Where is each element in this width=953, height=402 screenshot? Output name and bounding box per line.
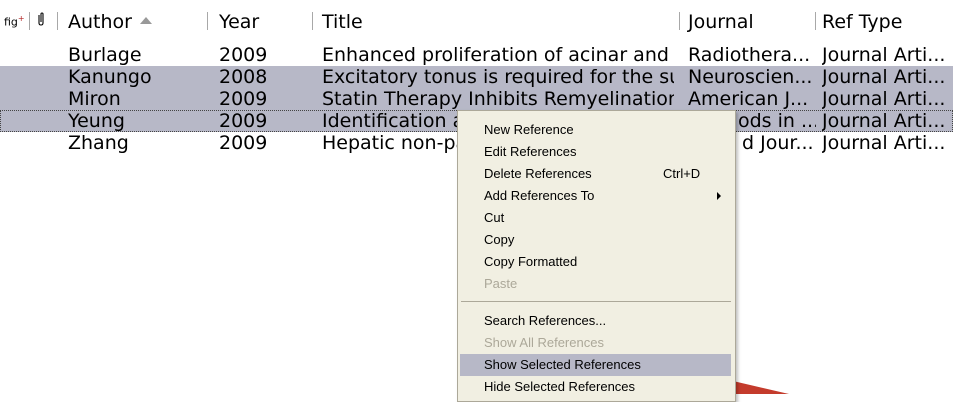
cell-journal: Neuroscien... [688, 66, 813, 88]
sort-ascending-icon [139, 17, 152, 24]
column-divider[interactable] [29, 12, 30, 30]
cell-journal: ods in ... [738, 110, 816, 132]
menu-item-show-selected-references[interactable]: Show Selected References [460, 354, 731, 376]
header-title[interactable]: Title [322, 11, 363, 33]
menu-item-label: Show All References [484, 335, 604, 350]
paperclip-icon[interactable] [37, 12, 45, 26]
column-divider[interactable] [815, 12, 816, 30]
menu-item-show-all-references[interactable]: Show All References [460, 332, 731, 354]
menu-item-label: Hide Selected References [484, 379, 636, 394]
column-divider[interactable] [57, 12, 58, 30]
menu-item-label: Edit References [484, 144, 577, 159]
column-divider[interactable] [312, 12, 313, 30]
menu-item-label: Copy [484, 232, 515, 247]
menu-item-cut[interactable]: Cut [460, 207, 731, 229]
menu-item-label: Add References To [484, 188, 595, 203]
cell-year: 2009 [219, 88, 268, 110]
menu-item-hide-selected-references[interactable]: Hide Selected References [460, 376, 731, 398]
cell-year: 2009 [219, 44, 268, 66]
context-menu: New Reference Edit References Delete Ref… [457, 110, 736, 402]
column-divider[interactable] [679, 12, 680, 30]
cell-year: 2009 [219, 110, 268, 132]
menu-item-label: Show Selected References [484, 357, 641, 372]
cell-year: 2009 [219, 132, 268, 154]
table-row[interactable]: Kanungo 2008 Excitatory tonus is require… [0, 66, 953, 88]
submenu-arrow-icon [717, 192, 721, 200]
menu-item-new-reference[interactable]: New Reference [460, 119, 731, 141]
cell-ref-type: Journal Arti... [822, 88, 946, 110]
cell-ref-type: Journal Arti... [822, 110, 946, 132]
decorative-red-shape [733, 381, 789, 394]
cell-year: 2008 [219, 66, 268, 88]
menu-item-label: Paste [484, 276, 518, 291]
cell-ref-type: Journal Arti... [822, 44, 946, 66]
menu-item-label: Delete References [484, 166, 592, 181]
figure-icon-plus: + [17, 14, 25, 23]
table-row[interactable]: Miron 2009 Statin Therapy Inhibits Remye… [0, 88, 953, 110]
menu-item-delete-references[interactable]: Delete References Ctrl+D [460, 163, 731, 185]
cell-journal: American J... [688, 88, 809, 110]
cell-title: Enhanced proliferation of acinar and ... [322, 44, 674, 66]
column-divider[interactable] [207, 12, 208, 30]
cell-title: Statin Therapy Inhibits Remyelination... [322, 88, 674, 110]
cell-ref-type: Journal Arti... [822, 66, 946, 88]
cell-author: Burlage [68, 44, 142, 66]
menu-item-label: Search References... [484, 313, 607, 328]
header-year[interactable]: Year [219, 11, 259, 33]
cell-author: Miron [68, 88, 121, 110]
cell-author: Kanungo [68, 66, 152, 88]
menu-separator [461, 301, 731, 302]
cell-ref-type: Journal Arti... [822, 132, 946, 154]
cell-author: Yeung [68, 110, 125, 132]
menu-item-paste[interactable]: Paste [460, 273, 731, 295]
menu-item-search-references[interactable]: Search References... [460, 310, 731, 332]
menu-item-shortcut: Ctrl+D [663, 166, 701, 181]
menu-item-label: Copy Formatted [484, 254, 578, 269]
menu-item-label: Cut [484, 210, 505, 225]
header-author-label: Author [68, 11, 132, 33]
header-author[interactable]: Author [68, 11, 152, 33]
menu-item-copy-formatted[interactable]: Copy Formatted [460, 251, 731, 273]
header-journal[interactable]: Journal [688, 11, 754, 33]
menu-item-label: New Reference [484, 122, 574, 137]
cell-journal: Radiothera... [688, 44, 811, 66]
table-row[interactable]: Burlage 2009 Enhanced proliferation of a… [0, 44, 953, 66]
column-header: fig+ Author Year Title Journal Ref Type [0, 0, 953, 33]
cell-journal: d Jour... [742, 132, 814, 154]
menu-item-add-references-to[interactable]: Add References To [460, 185, 731, 207]
menu-item-copy[interactable]: Copy [460, 229, 731, 251]
figure-icon-label: fig [4, 15, 18, 29]
menu-item-edit-references[interactable]: Edit References [460, 141, 731, 163]
cell-title: Excitatory tonus is required for the su.… [322, 66, 674, 88]
header-ref-type[interactable]: Ref Type [822, 11, 902, 33]
cell-author: Zhang [68, 132, 129, 154]
figure-icon[interactable]: fig+ [4, 13, 25, 29]
